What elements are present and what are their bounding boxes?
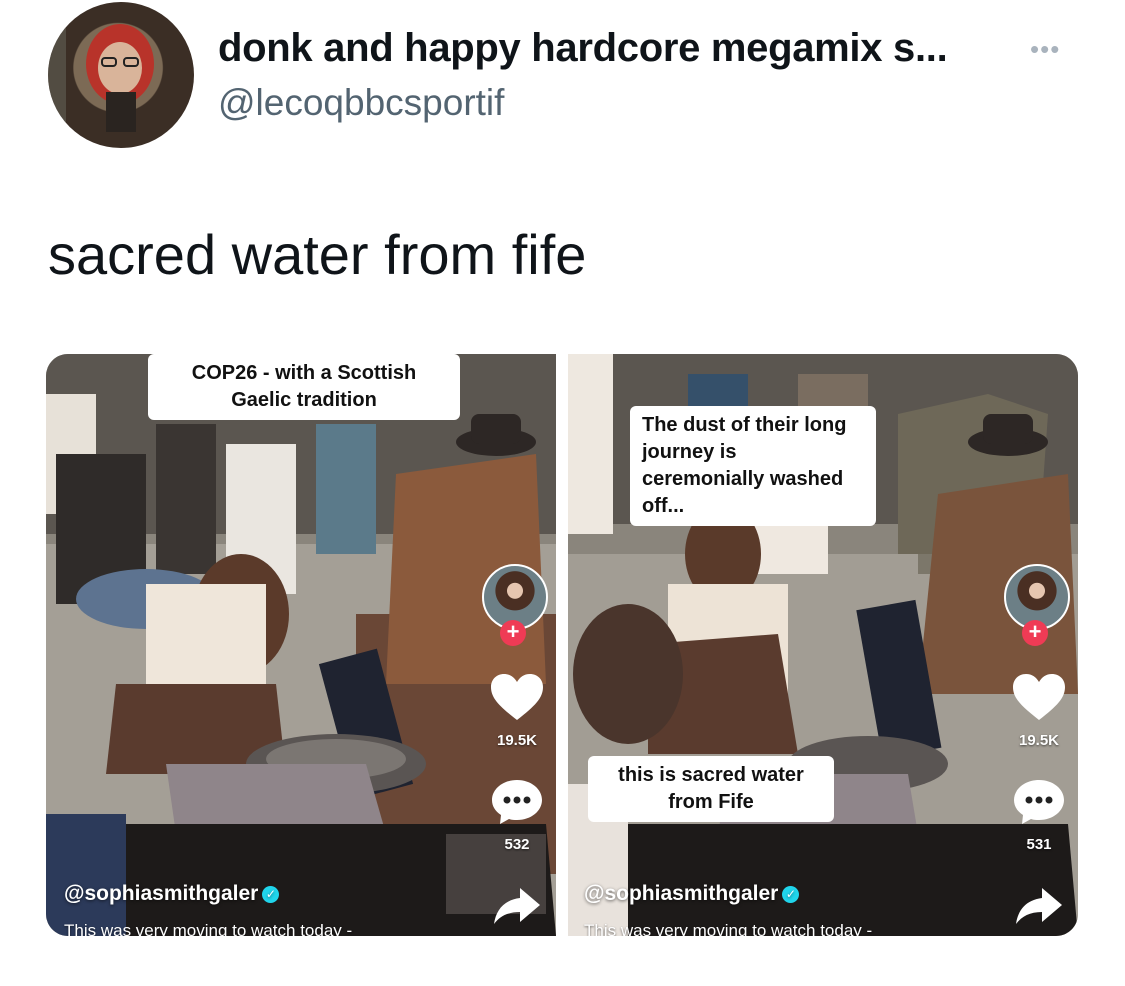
video-description: This was very moving to watch today - — [584, 921, 873, 936]
media-image-left[interactable]: COP26 - with a Scottish Gaelic tradition… — [46, 354, 556, 936]
comment-count: 531 — [1026, 836, 1052, 853]
heart-icon[interactable] — [1011, 672, 1067, 722]
comment-count: 532 — [504, 836, 530, 853]
media-image-right[interactable]: The dust of their long journey is ceremo… — [568, 354, 1078, 936]
comment-icon[interactable] — [1012, 778, 1066, 826]
video-description: This was very moving to watch today - — [64, 921, 353, 936]
like-count: 19.5K — [1018, 732, 1060, 749]
tweet-text: sacred water from fife — [48, 223, 587, 286]
user-avatar[interactable] — [48, 2, 194, 148]
verified-icon: ✓ — [262, 885, 280, 903]
share-icon[interactable] — [492, 886, 542, 926]
creator-handle[interactable]: @sophiasmithgaler — [64, 882, 258, 905]
comment-icon[interactable] — [490, 778, 544, 826]
media-grid[interactable]: COP26 - with a Scottish Gaelic tradition… — [46, 354, 1078, 936]
verified-icon: ✓ — [782, 885, 800, 903]
follow-button[interactable]: + — [500, 620, 526, 646]
video-caption-top: The dust of their long journey is ceremo… — [630, 406, 876, 526]
user-handle[interactable]: @lecoqbbcsportif — [218, 82, 504, 124]
video-caption-top: COP26 - with a Scottish Gaelic tradition — [148, 354, 460, 420]
video-frame-left — [46, 354, 556, 936]
video-caption-bottom: this is sacred water from Fife — [588, 756, 834, 822]
display-name[interactable]: donk and happy hardcore megamix s... — [218, 26, 948, 71]
follow-button[interactable]: + — [1022, 620, 1048, 646]
heart-icon[interactable] — [489, 672, 545, 722]
share-icon[interactable] — [1014, 886, 1064, 926]
creator-handle[interactable]: @sophiasmithgaler — [584, 882, 778, 905]
more-icon[interactable]: ••• — [1030, 34, 1060, 65]
like-count: 19.5K — [496, 732, 538, 749]
